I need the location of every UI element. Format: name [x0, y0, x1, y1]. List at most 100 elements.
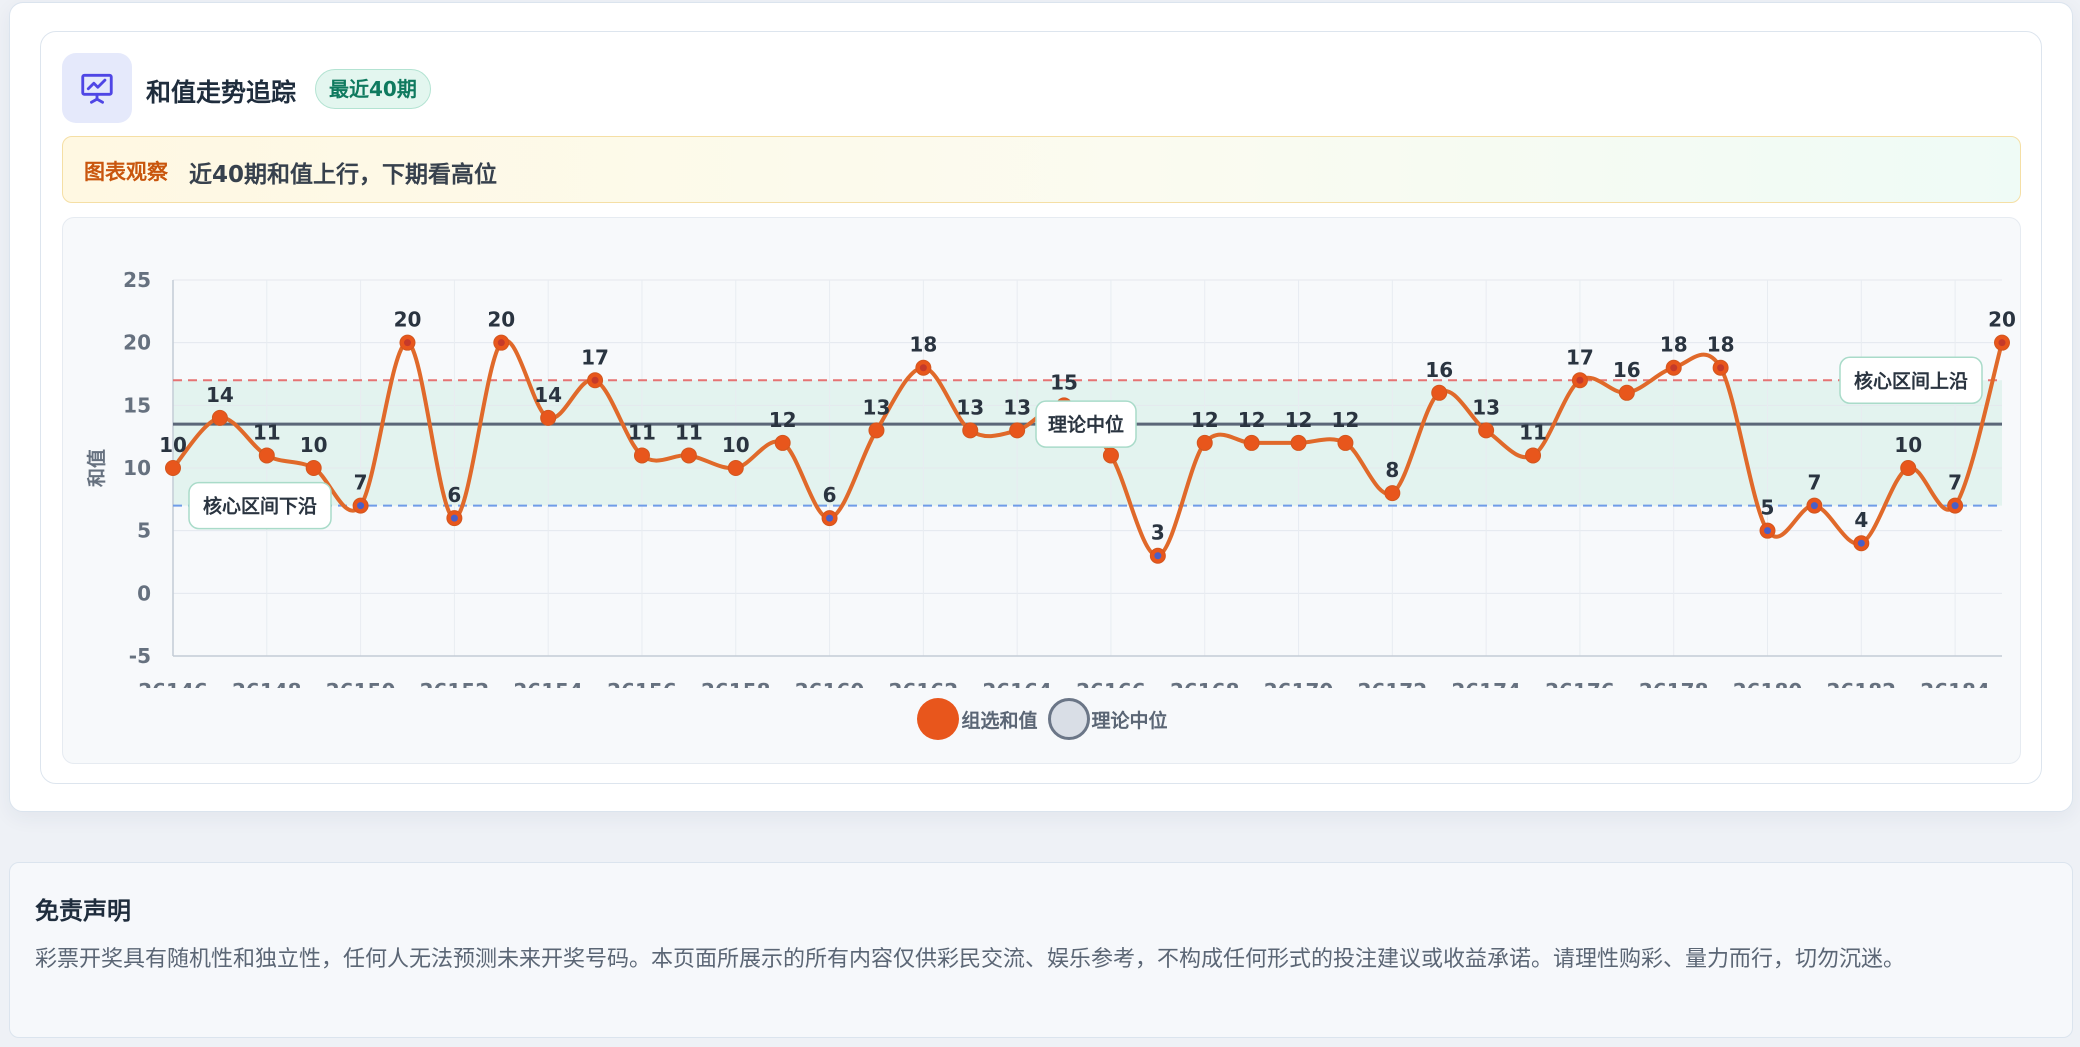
data-label: 13 [956, 395, 984, 419]
data-point-high-marker [919, 364, 927, 372]
data-point-low-marker [1154, 552, 1162, 560]
data-point [211, 409, 228, 426]
data-label: 6 [823, 483, 837, 507]
data-label: 10 [300, 433, 328, 457]
data-point [305, 460, 322, 476]
x-tick-label: 26152 [420, 679, 490, 688]
x-tick-label: 26162 [889, 679, 959, 688]
data-point [868, 422, 885, 439]
data-point [1009, 422, 1026, 439]
card-title: 和值走势追踪 [146, 78, 297, 107]
data-label: 16 [1613, 358, 1641, 382]
disclaimer-section: 免责声明 彩票开奖具有随机性和独立性，任何人无法预测未来开奖号码。本页面所展示的… [9, 862, 2073, 1038]
data-label: 12 [1285, 408, 1313, 432]
data-point-high-marker [1670, 364, 1678, 372]
y-tick-label: 10 [123, 456, 151, 480]
data-label: 17 [581, 345, 609, 369]
data-point [1900, 460, 1917, 476]
data-label: 18 [1707, 333, 1735, 357]
data-point-low-marker [1810, 502, 1818, 510]
y-tick-label: 25 [123, 268, 151, 292]
presentation-chart-icon [62, 53, 132, 123]
y-tick-label: 0 [137, 581, 151, 605]
data-point-high-marker [1717, 364, 1725, 372]
median-callout-text: 理论中位 [1048, 413, 1124, 436]
data-label: 20 [1988, 308, 2016, 332]
data-point [1290, 434, 1307, 451]
data-label: 7 [1948, 471, 1962, 495]
legend-item-median[interactable]: 理论中位 [1047, 698, 1168, 740]
data-label: 12 [1191, 408, 1219, 432]
data-label: 13 [1472, 395, 1500, 419]
data-label: 11 [253, 420, 281, 444]
data-point-high-marker [497, 339, 505, 347]
data-point [727, 460, 744, 476]
disclaimer-text: 彩票开奖具有随机性和独立性，任何人无法预测未来开奖号码。本页面所展示的所有内容仅… [35, 947, 1906, 972]
y-tick-label: 20 [123, 331, 151, 355]
y-axis-label: 和值 [85, 449, 108, 487]
data-label: 12 [1332, 408, 1360, 432]
x-tick-label: 26148 [232, 679, 302, 688]
legend-label-sum: 组选和值 [961, 709, 1038, 732]
x-tick-label: 26176 [1545, 679, 1615, 688]
data-point-high-marker [403, 339, 411, 347]
x-tick-label: 26174 [1451, 679, 1521, 688]
sum-trend-chart: -5 0 5 10 15 20 25 26146 26148 26150 26152 26154 261… [62, 217, 2021, 764]
trend-panel: 和值走势追踪 最近40期 图表观察 近40期和值上行，下期看高位 -5 0 5 10 1… [9, 2, 2073, 812]
data-label: 13 [1003, 395, 1031, 419]
upper-bound-callout-text: 核心区间上沿 [1854, 369, 1968, 392]
data-label: 20 [394, 308, 422, 332]
y-tick-label: 5 [137, 519, 151, 543]
data-point [1102, 447, 1119, 464]
data-label: 18 [1660, 333, 1688, 357]
x-tick-label: 26158 [701, 679, 771, 688]
data-label: 16 [1425, 358, 1453, 382]
legend-swatch-median [1047, 698, 1090, 740]
x-tick-label: 26170 [1264, 679, 1334, 688]
data-label: 17 [1566, 345, 1594, 369]
data-point-low-marker [1857, 539, 1865, 547]
data-point-low-marker [826, 514, 834, 522]
legend-item-sum[interactable]: 组选和值 [917, 698, 1038, 740]
data-label: 10 [159, 433, 187, 457]
data-point [962, 422, 979, 439]
y-tick-label: -5 [129, 644, 151, 668]
disclaimer-title: 免责声明 [35, 897, 131, 925]
data-point-high-marker [1998, 339, 2006, 347]
data-label: 12 [769, 408, 797, 432]
data-point-low-marker [450, 514, 458, 522]
data-label: 11 [1519, 420, 1547, 444]
x-tick-label: 26184 [1920, 679, 1990, 688]
data-point [633, 447, 650, 464]
x-tick-label: 26180 [1733, 679, 1803, 688]
data-label: 6 [447, 483, 461, 507]
x-tick-label: 26166 [1076, 679, 1146, 688]
data-point [1384, 485, 1401, 502]
period-badge: 最近40期 [315, 69, 431, 109]
data-label: 14 [534, 383, 562, 407]
observation-tag: 图表观察 [84, 160, 168, 184]
data-label: 5 [1761, 496, 1775, 520]
data-point [1431, 384, 1448, 401]
data-point [258, 447, 275, 464]
data-label: 7 [354, 471, 368, 495]
data-label: 7 [1807, 471, 1821, 495]
observation-banner: 图表观察 近40期和值上行，下期看高位 [62, 136, 2021, 203]
data-label: 20 [487, 308, 515, 332]
x-tick-label: 26154 [513, 679, 583, 688]
data-label: 10 [1894, 433, 1922, 457]
data-point [1618, 384, 1635, 401]
data-label: 13 [863, 395, 891, 419]
x-tick-label: 26172 [1358, 679, 1428, 688]
data-label: 4 [1854, 508, 1868, 532]
data-point-high-marker [1576, 376, 1584, 384]
data-point-low-marker [1764, 527, 1772, 535]
lower-bound-callout-text: 核心区间下沿 [203, 495, 317, 518]
x-tick-label: 26182 [1827, 679, 1897, 688]
data-point-high-marker [591, 376, 599, 384]
data-label: 3 [1151, 521, 1165, 545]
data-point [680, 447, 697, 464]
x-tick-label: 26168 [1170, 679, 1240, 688]
data-label: 12 [1238, 408, 1266, 432]
data-point-low-marker [1951, 502, 1959, 510]
